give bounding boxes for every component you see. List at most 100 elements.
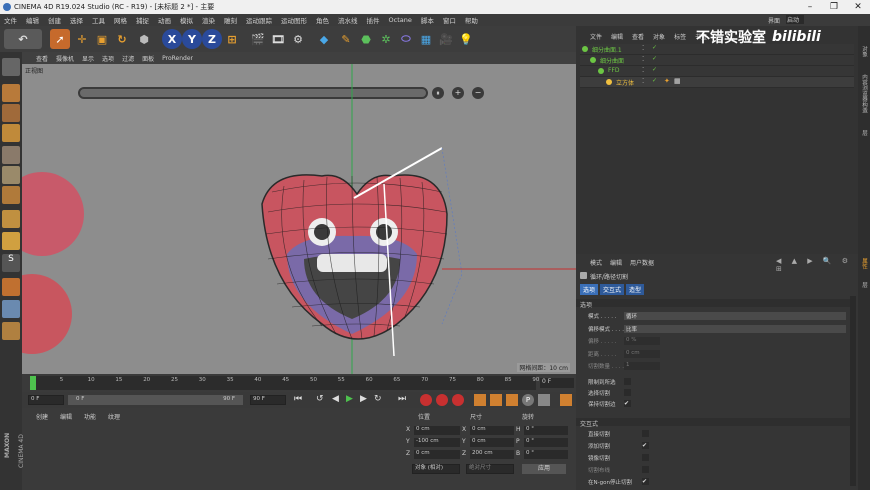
undo-icon[interactable]: ↶ bbox=[4, 29, 42, 49]
range-slider[interactable]: 0 F 90 F bbox=[68, 395, 243, 405]
material-menu-item-0[interactable]: 创建 bbox=[36, 412, 48, 421]
viewport-menu-item-4[interactable]: 过滤 bbox=[122, 54, 134, 63]
key-position-icon[interactable] bbox=[474, 394, 486, 406]
material-tag-icon[interactable]: ▦ bbox=[674, 77, 681, 85]
viewport[interactable]: 正视图 ⏸ + − 网格间距：10 cm bbox=[22, 64, 576, 374]
attribute-checkbox[interactable]: ✔ bbox=[642, 478, 649, 485]
enabled-check-icon[interactable]: ✓ bbox=[652, 66, 657, 73]
object-menu-item-3[interactable]: 对象 bbox=[653, 32, 665, 41]
cube-primitive-icon[interactable]: ◆ bbox=[314, 29, 334, 49]
coord-size-field[interactable]: 200 cm bbox=[470, 450, 514, 459]
coord-size-field[interactable]: 0 cm bbox=[470, 426, 514, 435]
coord-rotation-field[interactable]: 0 ° bbox=[524, 426, 568, 435]
attribute-menu-item-2[interactable]: 用户数据 bbox=[630, 258, 654, 267]
array-icon[interactable]: ✲ bbox=[376, 29, 396, 49]
attribute-checkbox[interactable]: ✔ bbox=[642, 442, 649, 449]
menu-item-10[interactable]: 雕刻 bbox=[224, 15, 237, 25]
menu-item-16[interactable]: Octane bbox=[389, 16, 412, 24]
object-row[interactable]: 立方体 ⁚ ✓ ✦ ▦ bbox=[580, 77, 854, 88]
object-menu-item-0[interactable]: 文件 bbox=[590, 32, 602, 41]
play-icon[interactable]: ▶ bbox=[346, 394, 353, 404]
object-menu-item-1[interactable]: 编辑 bbox=[611, 32, 623, 41]
next-frame-icon[interactable]: ▶ bbox=[360, 394, 367, 404]
viewport-menu-item-1[interactable]: 摄像机 bbox=[56, 54, 74, 63]
menu-item-14[interactable]: 流水线 bbox=[338, 15, 358, 25]
attribute-checkbox[interactable] bbox=[642, 466, 649, 473]
close-icon[interactable]: ✕ bbox=[846, 0, 870, 14]
texture-mode-icon[interactable] bbox=[2, 104, 20, 122]
spline-pen-icon[interactable]: ✎ bbox=[336, 29, 356, 49]
tweak-mode-icon[interactable] bbox=[2, 232, 20, 250]
move-icon[interactable]: ✛ bbox=[72, 29, 92, 49]
object-row[interactable]: 细分曲面 ⁚ ✓ bbox=[580, 55, 854, 66]
coord-size-mode-select[interactable]: 绝对尺寸 bbox=[466, 464, 514, 474]
workplane-icon[interactable] bbox=[2, 124, 20, 142]
layout-select[interactable]: 启动 bbox=[786, 15, 804, 24]
enabled-check-icon[interactable]: ✓ bbox=[652, 44, 657, 51]
magnet-icon[interactable] bbox=[2, 278, 20, 296]
start-frame-field[interactable]: 0 F bbox=[28, 395, 64, 405]
edges-mode-icon[interactable] bbox=[2, 166, 20, 184]
y-axis-icon[interactable]: Y bbox=[182, 29, 202, 49]
record-icon[interactable] bbox=[420, 394, 432, 406]
recent-tool-icon[interactable]: ⬢ bbox=[134, 29, 154, 49]
coord-rotation-field[interactable]: 0 ° bbox=[524, 438, 568, 447]
menu-item-17[interactable]: 脚本 bbox=[421, 15, 434, 25]
viewport-menu-item-3[interactable]: 选项 bbox=[102, 54, 114, 63]
attribute-field-value[interactable]: 1 bbox=[624, 362, 660, 370]
axis-mode-icon[interactable] bbox=[2, 210, 20, 228]
material-menu-item-1[interactable]: 编辑 bbox=[60, 412, 72, 421]
attr-right-tab-0[interactable]: 属性 bbox=[860, 258, 868, 269]
visibility-toggle-icon[interactable]: ⁚ bbox=[642, 77, 644, 85]
x-axis-icon[interactable]: X bbox=[162, 29, 182, 49]
right-tab-1[interactable]: 内容浏览器 bbox=[860, 74, 868, 102]
prev-frame-icon[interactable]: ◀ bbox=[332, 394, 339, 404]
attr-right-tab-1[interactable]: 层 bbox=[860, 282, 868, 288]
menu-item-15[interactable]: 插件 bbox=[367, 15, 380, 25]
nurbs-icon[interactable]: ⬣ bbox=[356, 29, 376, 49]
layers-icon[interactable] bbox=[2, 322, 20, 340]
coord-position-field[interactable]: -100 cm bbox=[414, 438, 460, 447]
coord-position-field[interactable]: 0 cm bbox=[414, 426, 460, 435]
material-menu-item-3[interactable]: 纹理 bbox=[108, 412, 120, 421]
autokey-icon[interactable] bbox=[436, 394, 448, 406]
timeline-menu-icon[interactable] bbox=[560, 394, 572, 406]
paint-icon[interactable] bbox=[2, 300, 20, 318]
light-icon[interactable]: 💡 bbox=[456, 29, 476, 49]
attribute-checkbox[interactable] bbox=[624, 389, 631, 396]
apply-button[interactable]: 应用 bbox=[522, 464, 566, 474]
object-menu-item-2[interactable]: 查看 bbox=[632, 32, 644, 41]
attribute-checkbox[interactable] bbox=[624, 378, 631, 385]
render-picture-viewer-icon[interactable]: 🎞 bbox=[268, 29, 288, 49]
key-pla-icon[interactable] bbox=[538, 394, 550, 406]
object-menu-item-4[interactable]: 标签 bbox=[674, 32, 686, 41]
attribute-menu-item-1[interactable]: 编辑 bbox=[610, 258, 622, 267]
attr-scrollbar[interactable] bbox=[850, 296, 856, 486]
coordinate-system-icon[interactable]: ⊞ bbox=[222, 29, 242, 49]
live-select-icon[interactable]: ➚ bbox=[50, 29, 70, 49]
attribute-checkbox[interactable] bbox=[642, 430, 649, 437]
end-frame-field[interactable]: 90 F bbox=[250, 395, 286, 405]
render-view-icon[interactable]: 🎬 bbox=[248, 29, 268, 49]
attribute-field-value[interactable]: 0 cm bbox=[624, 349, 660, 358]
go-to-start-icon[interactable]: ⏮ bbox=[294, 394, 302, 404]
snap-icon[interactable]: S bbox=[2, 254, 20, 272]
attr-nav-icons[interactable]: ◀ ▲ ▶ 🔍 ⚙ ⊞ bbox=[776, 257, 858, 273]
enabled-check-icon[interactable]: ✓ bbox=[652, 55, 657, 62]
coord-position-field[interactable]: 0 cm bbox=[414, 450, 460, 459]
attribute-tab-0[interactable]: 选项 bbox=[580, 284, 599, 295]
menu-item-12[interactable]: 运动图形 bbox=[281, 15, 307, 25]
right-tab-2[interactable]: 构造 bbox=[860, 102, 868, 113]
polygons-mode-icon[interactable] bbox=[2, 186, 20, 204]
menu-item-0[interactable]: 文件 bbox=[4, 15, 17, 25]
attribute-field-value[interactable]: 循环 bbox=[624, 312, 846, 320]
right-tab-3[interactable]: 层 bbox=[860, 130, 868, 136]
object-row[interactable]: FFD ⁚ ✓ bbox=[580, 66, 854, 77]
menu-item-6[interactable]: 捕捉 bbox=[136, 15, 149, 25]
viewport-menu-item-0[interactable]: 查看 bbox=[36, 54, 48, 63]
coord-rotation-field[interactable]: 0 ° bbox=[524, 450, 568, 459]
menu-item-1[interactable]: 编辑 bbox=[26, 15, 39, 25]
material-menu-item-2[interactable]: 功能 bbox=[84, 412, 96, 421]
prev-key-icon[interactable]: ↺ bbox=[316, 394, 324, 404]
visibility-toggle-icon[interactable]: ⁚ bbox=[642, 66, 644, 74]
